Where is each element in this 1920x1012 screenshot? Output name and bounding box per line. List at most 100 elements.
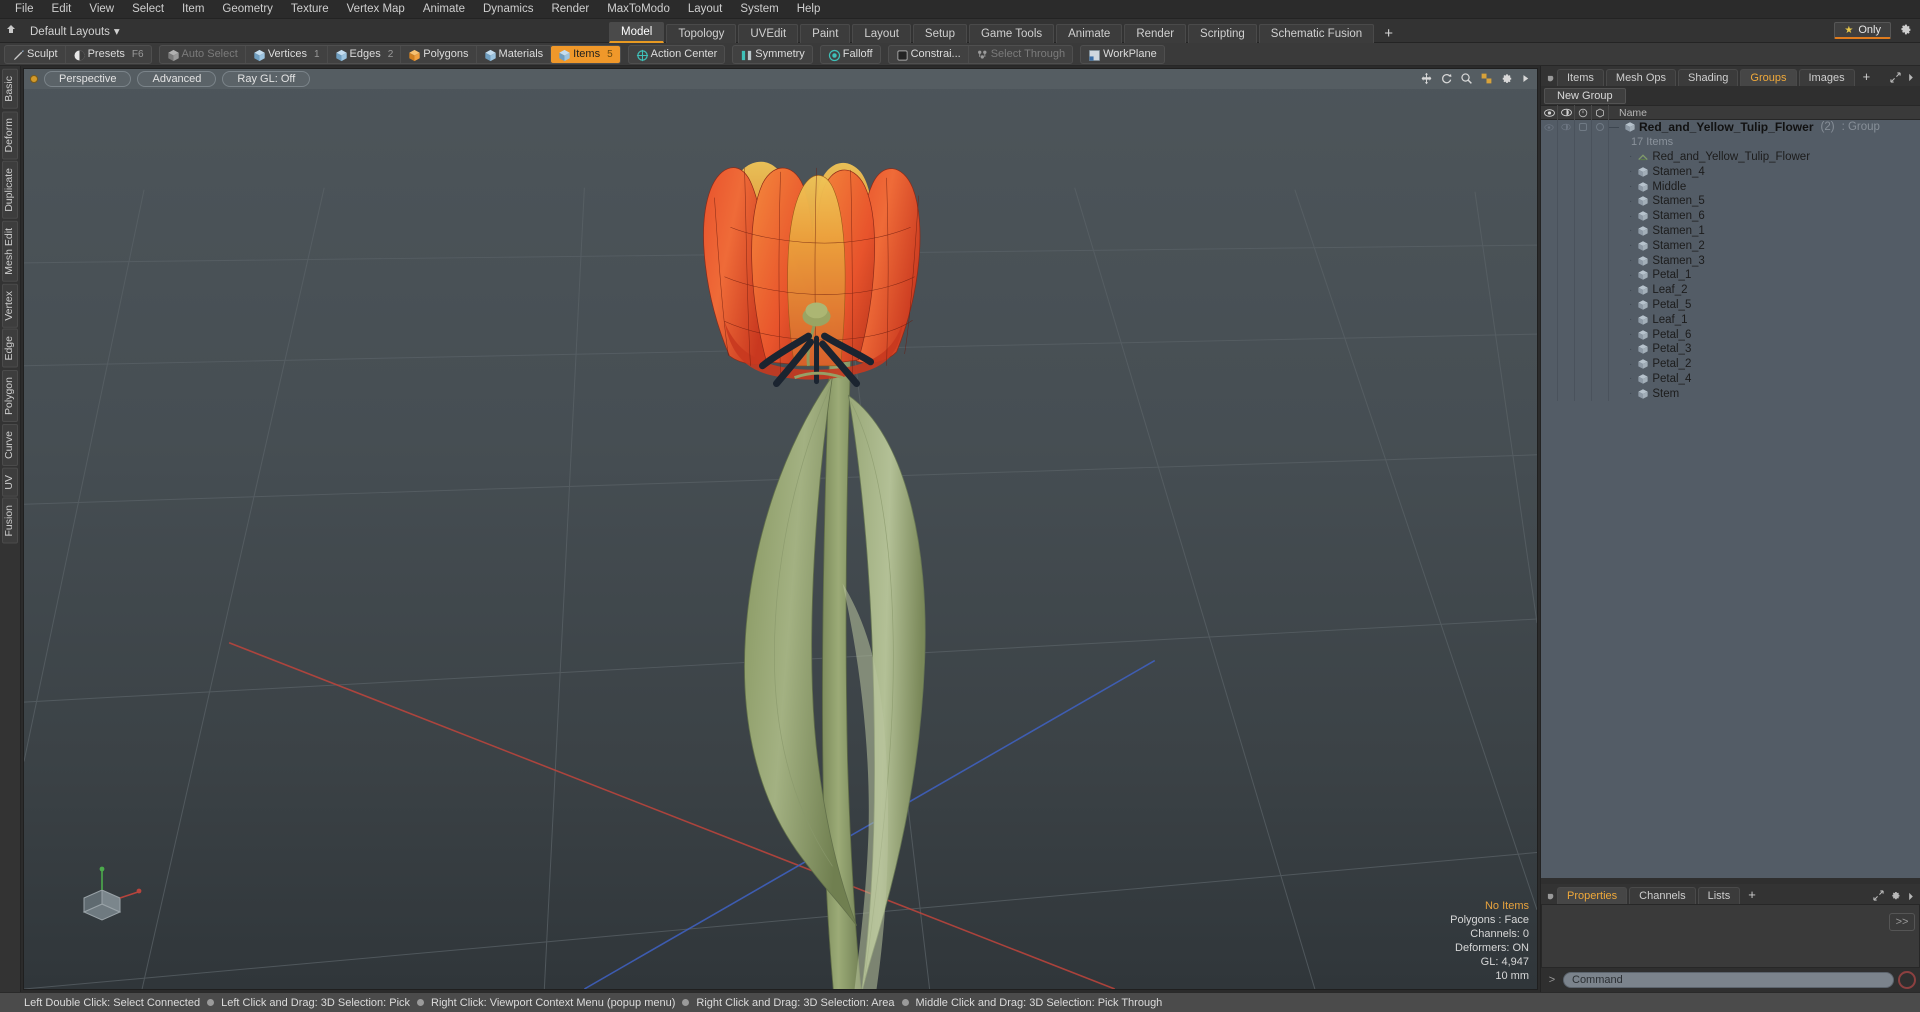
properties-more-button[interactable]: >> bbox=[1889, 913, 1915, 931]
table-row[interactable]: · Stamen_5 bbox=[1541, 193, 1920, 209]
table-row[interactable]: · Petal_2 bbox=[1541, 356, 1920, 372]
menu-item-vertex-map[interactable]: Vertex Map bbox=[338, 0, 414, 19]
panel-tab-shading[interactable]: Shading bbox=[1678, 69, 1739, 86]
render-toggle[interactable] bbox=[1558, 356, 1575, 372]
gear-icon[interactable] bbox=[1890, 890, 1901, 904]
render-toggle[interactable] bbox=[1558, 223, 1575, 239]
render-toggle[interactable] bbox=[1558, 193, 1575, 209]
list-item[interactable]: · Leaf_1 bbox=[1609, 314, 1688, 326]
render-toggle[interactable] bbox=[1558, 149, 1575, 165]
list-item[interactable]: · Petal_2 bbox=[1609, 358, 1691, 370]
toolbar-button-action-center[interactable]: Action Center bbox=[629, 46, 725, 63]
visibility-toggle[interactable] bbox=[1541, 223, 1558, 239]
shade-toggle[interactable] bbox=[1592, 238, 1609, 254]
table-row[interactable]: · Petal_1 bbox=[1541, 267, 1920, 283]
toolbar-button-vertices[interactable]: Vertices 1 bbox=[246, 45, 328, 63]
render-toggle[interactable] bbox=[1558, 134, 1575, 150]
layout-tab-render[interactable]: Render bbox=[1124, 23, 1187, 43]
lock-toggle[interactable] bbox=[1575, 238, 1592, 254]
lock-toggle[interactable] bbox=[1575, 371, 1592, 387]
render-toggle[interactable] bbox=[1558, 164, 1575, 180]
menu-item-animate[interactable]: Animate bbox=[414, 0, 474, 19]
viewport-dot-icon[interactable] bbox=[30, 75, 38, 83]
render-toggle[interactable] bbox=[1558, 371, 1575, 387]
expand-collapse-icon[interactable]: — bbox=[1609, 122, 1619, 133]
visibility-toggle[interactable] bbox=[1541, 327, 1558, 342]
add-panel-tab-button[interactable]: + bbox=[1857, 69, 1877, 86]
visibility-toggle[interactable] bbox=[1541, 282, 1558, 298]
play-icon[interactable] bbox=[1520, 73, 1531, 86]
table-row[interactable]: · Petal_5 bbox=[1541, 297, 1920, 313]
lock-toggle[interactable] bbox=[1575, 282, 1592, 298]
visibility-toggle[interactable] bbox=[1541, 208, 1558, 224]
tool-tab-mesh-edit[interactable]: Mesh Edit bbox=[2, 220, 18, 282]
layout-tab-setup[interactable]: Setup bbox=[912, 23, 967, 43]
table-row[interactable]: · Petal_3 bbox=[1541, 341, 1920, 357]
tool-tab-fusion[interactable]: Fusion bbox=[2, 498, 18, 544]
toolbar-button-presets[interactable]: Presets F6 bbox=[66, 46, 151, 63]
list-item[interactable]: · Middle bbox=[1609, 181, 1686, 193]
properties-tab-properties[interactable]: Properties bbox=[1557, 887, 1628, 904]
gear-icon[interactable] bbox=[1500, 72, 1513, 87]
menu-item-item[interactable]: Item bbox=[173, 0, 213, 19]
toolbar-button-items[interactable]: Items 5 bbox=[551, 45, 620, 63]
lock-toggle[interactable] bbox=[1575, 223, 1592, 239]
visibility-toggle[interactable] bbox=[1541, 193, 1558, 209]
shade-toggle[interactable] bbox=[1592, 149, 1609, 165]
shade-toggle[interactable] bbox=[1592, 312, 1609, 328]
panel-tab-images[interactable]: Images bbox=[1798, 69, 1855, 86]
shade-toggle[interactable] bbox=[1592, 327, 1609, 342]
zoom-icon[interactable] bbox=[1460, 72, 1473, 87]
tool-tab-uv[interactable]: UV bbox=[2, 467, 18, 497]
panel-tab-items[interactable]: Items bbox=[1557, 69, 1604, 86]
pan-icon[interactable] bbox=[1420, 72, 1433, 87]
list-item[interactable]: · Petal_4 bbox=[1609, 373, 1691, 385]
shade-toggle[interactable] bbox=[1592, 253, 1609, 268]
visibility-toggle[interactable] bbox=[1541, 149, 1558, 165]
list-item[interactable]: · Red_and_Yellow_Tulip_Flower bbox=[1609, 151, 1810, 163]
list-item[interactable]: · Stamen_2 bbox=[1609, 240, 1705, 252]
table-row[interactable]: · Leaf_2 bbox=[1541, 282, 1920, 298]
table-row[interactable]: · Red_and_Yellow_Tulip_Flower bbox=[1541, 149, 1920, 165]
toolbar-button-polygons[interactable]: Polygons bbox=[401, 45, 477, 63]
tool-tab-curve[interactable]: Curve bbox=[2, 423, 18, 466]
panel-corner-icon[interactable] bbox=[1545, 890, 1557, 904]
shade-toggle[interactable] bbox=[1592, 371, 1609, 387]
render-toggle[interactable] bbox=[1558, 253, 1575, 268]
layout-tab-paint[interactable]: Paint bbox=[800, 23, 851, 43]
visibility-toggle[interactable] bbox=[1541, 341, 1558, 357]
visibility-toggle[interactable] bbox=[1541, 356, 1558, 372]
lock-toggle[interactable] bbox=[1575, 356, 1592, 372]
shade-toggle[interactable] bbox=[1592, 208, 1609, 224]
layout-tab-topology[interactable]: Topology bbox=[666, 23, 737, 43]
shade-toggle[interactable] bbox=[1592, 341, 1609, 357]
layout-tab-schematic-fusion[interactable]: Schematic Fusion bbox=[1258, 23, 1375, 43]
visibility-toggle[interactable] bbox=[1541, 253, 1558, 268]
table-row[interactable]: · Petal_6 bbox=[1541, 327, 1920, 342]
lock-toggle[interactable] bbox=[1575, 267, 1592, 283]
panel-tab-groups[interactable]: Groups bbox=[1740, 69, 1797, 86]
visibility-toggle[interactable] bbox=[1541, 134, 1558, 150]
add-layout-tab-button[interactable]: + bbox=[1376, 24, 1401, 43]
fit-icon[interactable] bbox=[1480, 72, 1493, 87]
lock-toggle[interactable] bbox=[1575, 327, 1592, 342]
home-arrow-icon[interactable] bbox=[0, 23, 22, 38]
add-properties-tab-button[interactable]: + bbox=[1742, 887, 1762, 904]
panel-menu-icon[interactable] bbox=[1907, 73, 1915, 85]
toolbar-button-edges[interactable]: Edges 2 bbox=[328, 45, 402, 63]
menu-item-edit[interactable]: Edit bbox=[43, 0, 81, 19]
layout-tab-scripting[interactable]: Scripting bbox=[1188, 23, 1257, 43]
menu-item-texture[interactable]: Texture bbox=[282, 0, 338, 19]
toolbar-button-constrai[interactable]: Constrai... bbox=[889, 45, 969, 63]
render-toggle[interactable] bbox=[1558, 282, 1575, 298]
visibility-toggle[interactable] bbox=[1541, 179, 1558, 194]
visibility-toggle[interactable] bbox=[1541, 120, 1558, 135]
menu-item-dynamics[interactable]: Dynamics bbox=[474, 0, 542, 19]
shade-icon[interactable] bbox=[1592, 105, 1609, 120]
lock-toggle[interactable] bbox=[1575, 120, 1592, 135]
tool-tab-duplicate[interactable]: Duplicate bbox=[2, 161, 18, 219]
render-icon[interactable] bbox=[1558, 105, 1575, 120]
properties-tab-channels[interactable]: Channels bbox=[1629, 887, 1696, 904]
toolbar-button-symmetry[interactable]: Symmetry bbox=[733, 46, 812, 63]
tool-tab-basic[interactable]: Basic bbox=[2, 69, 18, 109]
